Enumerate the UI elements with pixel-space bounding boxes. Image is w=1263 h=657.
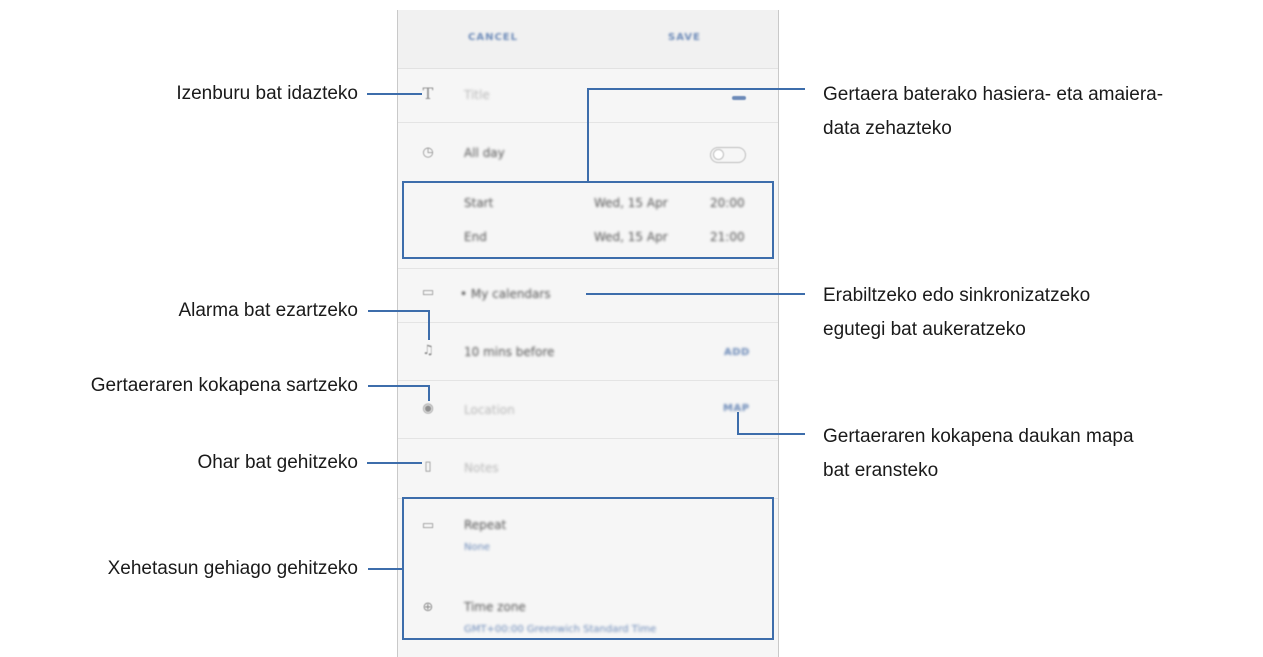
add-alarm-button[interactable]: ADD <box>724 347 750 358</box>
callout-line <box>428 385 430 401</box>
location-input[interactable]: Location <box>464 403 515 417</box>
callout-title: Izenburu bat idazteko <box>176 83 358 104</box>
callout-line <box>367 462 422 464</box>
text-icon: T <box>422 84 434 103</box>
callout-line <box>587 88 589 182</box>
save-button[interactable]: SAVE <box>668 32 701 43</box>
callout-line <box>587 88 805 90</box>
divider <box>398 380 778 381</box>
location-pin-icon: ◉ <box>422 401 434 416</box>
callout-line <box>368 385 430 387</box>
callout-dates-line1: Gertaera baterako hasiera- eta amaiera- <box>823 84 1164 105</box>
callout-calendar-line2: egutegi bat aukeratzeko <box>823 319 1026 340</box>
divider <box>398 322 778 323</box>
calendar-selector[interactable]: • My calendars <box>460 287 551 301</box>
all-day-toggle[interactable] <box>710 147 746 163</box>
callout-location: Gertaeraren kokapena sartzeko <box>90 375 358 396</box>
title-input[interactable]: Title <box>464 88 490 102</box>
callout-line <box>428 310 430 340</box>
all-day-label: All day <box>464 146 505 160</box>
bell-icon: ♫ <box>422 343 434 358</box>
callout-line <box>737 433 805 435</box>
calendar-icon: ▭ <box>421 285 435 300</box>
color-picker[interactable] <box>732 96 746 100</box>
callout-more-details: Xehetasun gehiago gehitzeko <box>107 558 358 579</box>
divider <box>398 438 778 439</box>
callout-line <box>368 310 430 312</box>
callout-notes: Ohar bat gehitzeko <box>197 452 358 473</box>
callout-calendar-line1: Erabiltzeko edo sinkronizatzeko <box>823 285 1091 306</box>
callout-dates-line2: data zehazteko <box>823 118 952 139</box>
notes-input[interactable]: Notes <box>464 461 499 475</box>
callout-alarm: Alarma bat ezartzeko <box>178 300 358 321</box>
callout-line <box>586 293 805 295</box>
more-details-highlight <box>402 497 774 640</box>
callout-line <box>737 412 739 434</box>
callout-map-line1: Gertaeraren kokapena daukan mapa <box>823 426 1134 447</box>
callout-line <box>368 568 404 570</box>
cancel-button[interactable]: CANCEL <box>468 32 518 43</box>
callout-line <box>367 93 422 95</box>
clock-icon: ◷ <box>422 145 434 160</box>
divider <box>398 268 778 269</box>
date-range-highlight <box>402 181 774 259</box>
callout-map-line2: bat eransteko <box>823 460 939 481</box>
alarm-value[interactable]: 10 mins before <box>464 345 554 359</box>
top-bar: CANCEL SAVE <box>398 10 778 69</box>
note-icon: ▯ <box>424 459 432 474</box>
